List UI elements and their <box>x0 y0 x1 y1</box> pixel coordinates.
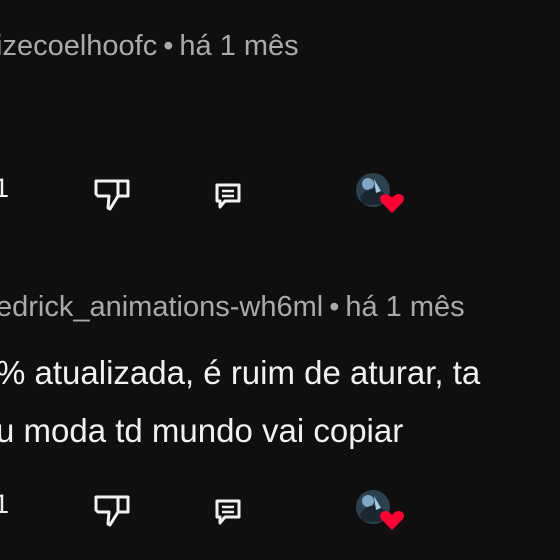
like-count: 1 <box>0 173 10 203</box>
comment-time[interactable]: há 1 mês <box>345 291 464 323</box>
comment-time[interactable]: há 1 mês <box>179 30 298 62</box>
separator-dot: • <box>163 30 174 62</box>
reply-comment-icon[interactable] <box>214 498 242 528</box>
reply-comment-icon[interactable] <box>214 182 242 212</box>
comment-text-line: u moda td mundo vai copiar <box>0 412 404 449</box>
comment-author[interactable]: izecoelhoofc <box>0 30 157 62</box>
comment-header: edrick_animations-wh6ml • há 1 mês <box>0 290 465 324</box>
comment-author[interactable]: edrick_animations-wh6ml <box>0 291 323 323</box>
comment-text-line: % atualizada, é ruim de aturar, ta <box>0 354 481 391</box>
comment-item: edrick_animations-wh6ml • há 1 mês % atual… <box>0 262 560 560</box>
like-count: 1 <box>0 489 10 519</box>
creator-heart-icon[interactable] <box>354 171 406 217</box>
thumbs-down-icon[interactable] <box>93 494 131 528</box>
thumbs-down-icon[interactable] <box>93 178 131 212</box>
creator-heart-icon[interactable] <box>354 488 406 534</box>
separator-dot: • <box>329 291 340 323</box>
comment-item: izecoelhoofc • há 1 mês 1 <box>0 0 560 240</box>
comment-header: izecoelhoofc • há 1 mês <box>0 29 299 63</box>
